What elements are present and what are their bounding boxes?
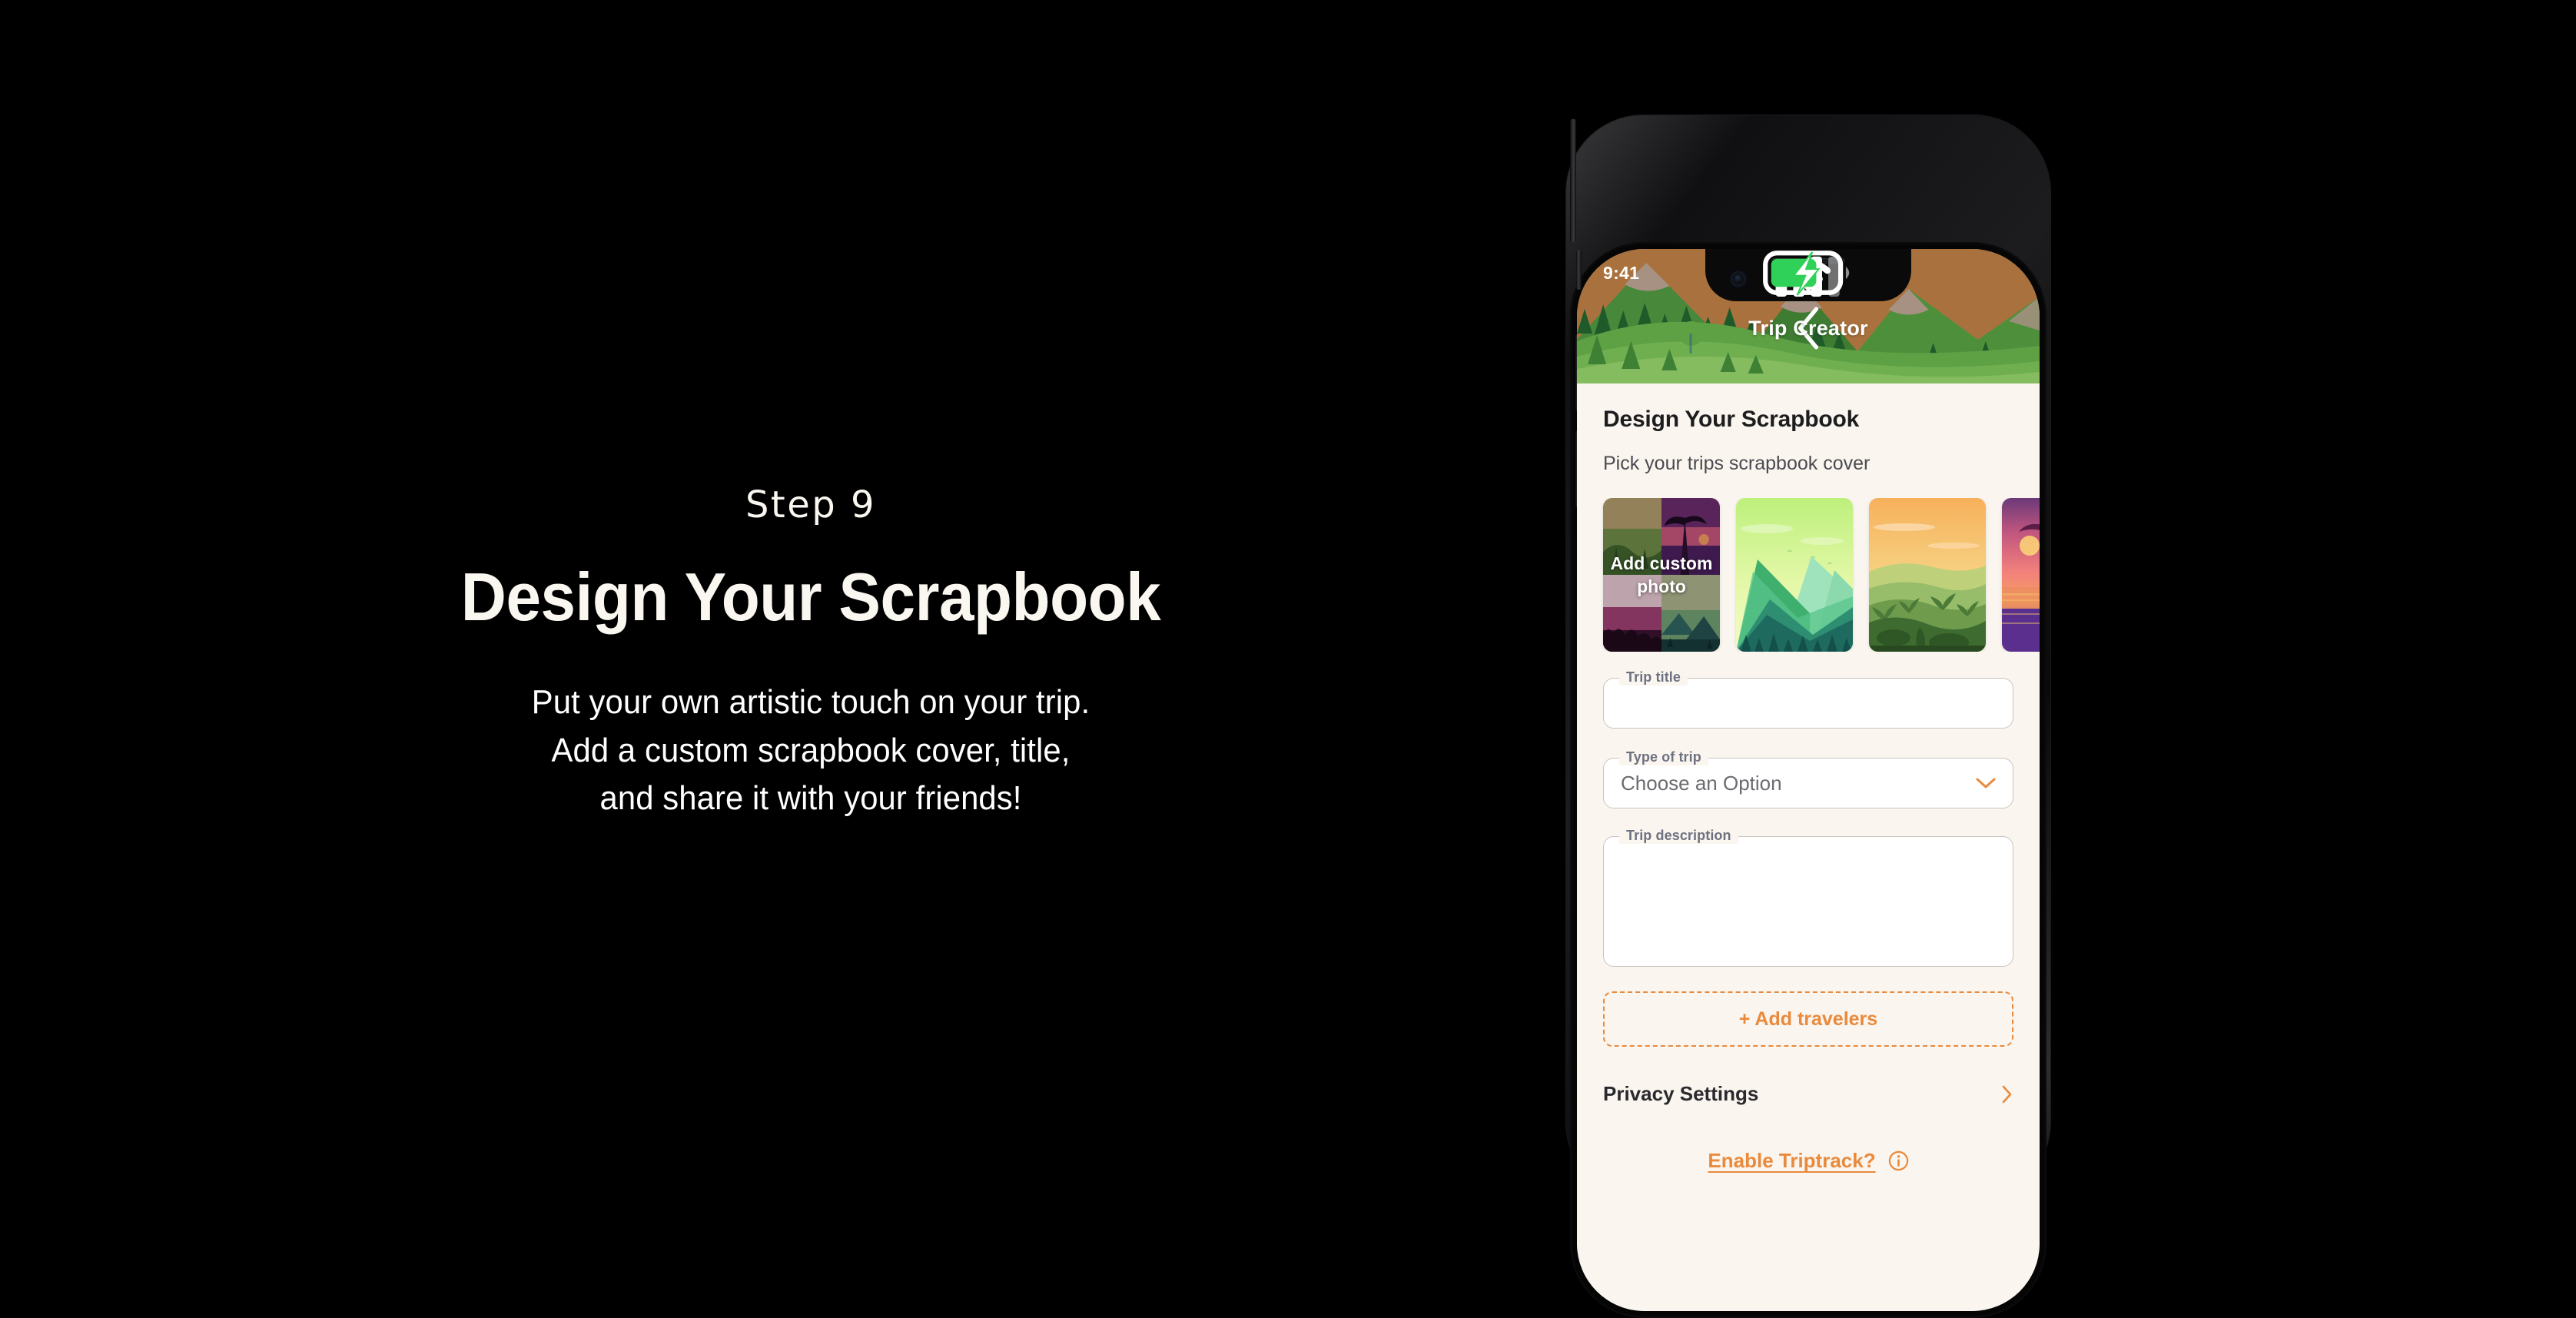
type-of-trip-legend: Type of trip xyxy=(1619,749,1708,765)
page-title: Design Your Scrapbook xyxy=(1603,407,1860,432)
promo-subtitle: Put your own artistic touch on your trip… xyxy=(300,679,1322,822)
page-subtitle: Pick your trips scrapbook cover xyxy=(1603,453,1871,474)
back-button[interactable] xyxy=(1597,307,1819,350)
promo-subtitle-line-2: Add a custom scrapbook cover, title, xyxy=(551,731,1071,769)
app-nav-bar: Trip Creator xyxy=(1577,304,2040,352)
info-circle-icon[interactable] xyxy=(1888,1150,1909,1171)
sunset-beach-landscape-icon xyxy=(2002,498,2040,652)
trip-title-legend: Trip title xyxy=(1619,669,1688,686)
cover-option-green-mountains[interactable] xyxy=(1736,498,1853,652)
promo-subtitle-line-1: Put your own artistic touch on your trip… xyxy=(531,683,1090,722)
step-label: Step 9 xyxy=(745,483,877,527)
phone-mockup: 9:41 Trip Creator Design Your Scrapbook … xyxy=(1552,108,2066,1318)
chevron-down-icon xyxy=(1976,778,1996,788)
green-mountain-landscape-icon xyxy=(1736,498,1853,652)
phone-frame: 9:41 Trip Creator Design Your Scrapbook … xyxy=(1566,115,2050,1318)
chevron-right-icon xyxy=(2002,1085,2012,1103)
privacy-settings-label: Privacy Settings xyxy=(1603,1082,1759,1105)
add-travelers-button[interactable]: + Add travelers xyxy=(1603,991,2013,1047)
status-bar: 9:41 xyxy=(1577,249,2040,297)
cover-option-add-custom-photo[interactable]: Add custom photo xyxy=(1603,498,1720,652)
trip-description-legend: Trip description xyxy=(1619,828,1738,844)
enable-triptrack-link[interactable]: Enable Triptrack? xyxy=(1708,1149,1875,1173)
promo-panel: Step 9 Design Your Scrapbook Put your ow… xyxy=(0,0,1537,1310)
privacy-settings-row[interactable]: Privacy Settings xyxy=(1603,1082,2013,1106)
app-content: Design Your Scrapbook Pick your trips sc… xyxy=(1577,383,2040,1311)
cover-thumbnail-list[interactable]: Add custom photo xyxy=(1577,498,2040,652)
phone-bezel: 9:41 Trip Creator Design Your Scrapbook … xyxy=(1570,242,2047,1318)
app-hero-header: 9:41 Trip Creator xyxy=(1577,249,2040,383)
phone-screen: 9:41 Trip Creator Design Your Scrapbook … xyxy=(1577,249,2040,1311)
trip-form: Trip title Type of trip Choose an Option… xyxy=(1577,669,2040,1173)
power-button[interactable] xyxy=(1570,119,1576,242)
cover-option-sunset-beach[interactable] xyxy=(2002,498,2040,652)
cover-option-orange-jungle[interactable] xyxy=(1869,498,1986,652)
promo-subtitle-line-3: and share it with your friends! xyxy=(599,779,1022,818)
orange-jungle-landscape-icon xyxy=(1869,498,1986,652)
enable-triptrack-row[interactable]: Enable Triptrack? xyxy=(1603,1149,2013,1173)
add-custom-photo-label: Add custom photo xyxy=(1603,498,1720,652)
trip-title-field[interactable]: Trip title xyxy=(1603,669,2013,729)
promo-title: Design Your Scrapbook xyxy=(460,559,1161,636)
trip-description-field[interactable]: Trip description xyxy=(1603,828,2013,967)
chevron-left-icon xyxy=(1798,307,1819,350)
battery-charging-icon xyxy=(1763,251,1850,296)
type-of-trip-select[interactable]: Type of trip Choose an Option xyxy=(1603,749,2013,808)
type-of-trip-value: Choose an Option xyxy=(1621,771,1782,795)
